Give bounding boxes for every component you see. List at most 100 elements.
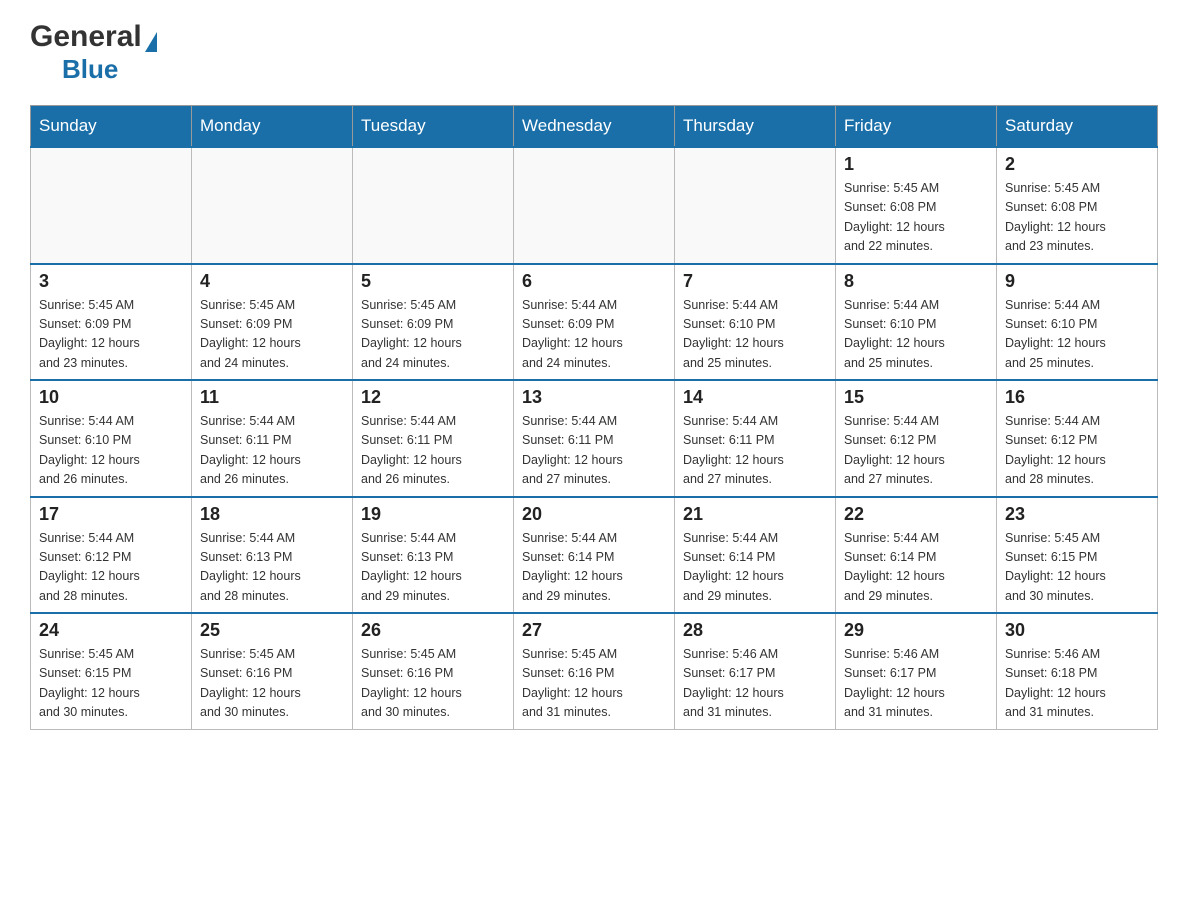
day-number: 4: [200, 271, 344, 292]
logo: General Blue: [30, 20, 157, 85]
day-info: Sunrise: 5:45 AMSunset: 6:08 PMDaylight:…: [844, 179, 988, 257]
day-info: Sunrise: 5:46 AMSunset: 6:17 PMDaylight:…: [683, 645, 827, 723]
day-info: Sunrise: 5:45 AMSunset: 6:16 PMDaylight:…: [361, 645, 505, 723]
day-info: Sunrise: 5:45 AMSunset: 6:15 PMDaylight:…: [39, 645, 183, 723]
calendar-header-friday: Friday: [836, 106, 997, 148]
day-info: Sunrise: 5:45 AMSunset: 6:15 PMDaylight:…: [1005, 529, 1149, 607]
calendar-cell: 4 Sunrise: 5:45 AMSunset: 6:09 PMDaylight…: [192, 264, 353, 381]
day-info: Sunrise: 5:44 AMSunset: 6:10 PMDaylight:…: [39, 412, 183, 490]
day-info: Sunrise: 5:44 AMSunset: 6:10 PMDaylight:…: [683, 296, 827, 374]
calendar-cell: 24Sunrise: 5:45 AMSunset: 6:15 PMDayligh…: [31, 613, 192, 729]
calendar-cell: 14 Sunrise: 5:44 AMSunset: 6:11 PMDayligh…: [675, 380, 836, 497]
calendar-cell: 18 Sunrise: 5:44 AMSunset: 6:13 PMDayligh…: [192, 497, 353, 614]
calendar-cell: 3 Sunrise: 5:45 AMSunset: 6:09 PMDaylight…: [31, 264, 192, 381]
calendar-cell: 11 Sunrise: 5:44 AMSunset: 6:11 PMDayligh…: [192, 380, 353, 497]
day-number: 11: [200, 387, 344, 408]
calendar-cell: 21Sunrise: 5:44 AMSunset: 6:14 PMDayligh…: [675, 497, 836, 614]
day-number: 14: [683, 387, 827, 408]
day-info: Sunrise: 5:44 AMSunset: 6:12 PMDaylight:…: [39, 529, 183, 607]
calendar-cell: 10 Sunrise: 5:44 AMSunset: 6:10 PMDayligh…: [31, 380, 192, 497]
day-number: 26: [361, 620, 505, 641]
day-info: Sunrise: 5:44 AMSunset: 6:11 PMDaylight:…: [200, 412, 344, 490]
day-number: 28: [683, 620, 827, 641]
calendar-week-row: 1 Sunrise: 5:45 AMSunset: 6:08 PMDaylight…: [31, 147, 1158, 264]
day-info: Sunrise: 5:44 AMSunset: 6:12 PMDaylight:…: [844, 412, 988, 490]
calendar-cell: [192, 147, 353, 264]
calendar-cell: [31, 147, 192, 264]
calendar-cell: 2Sunrise: 5:45 AMSunset: 6:08 PMDaylight…: [997, 147, 1158, 264]
day-number: 7: [683, 271, 827, 292]
calendar-cell: 12 Sunrise: 5:44 AMSunset: 6:11 PMDayligh…: [353, 380, 514, 497]
day-number: 17: [39, 504, 183, 525]
day-info: Sunrise: 5:44 AMSunset: 6:11 PMDaylight:…: [522, 412, 666, 490]
logo-blue: Blue: [62, 54, 118, 84]
day-number: 10: [39, 387, 183, 408]
day-info: Sunrise: 5:44 AMSunset: 6:10 PMDaylight:…: [844, 296, 988, 374]
day-number: 15: [844, 387, 988, 408]
day-info: Sunrise: 5:45 AMSunset: 6:16 PMDaylight:…: [522, 645, 666, 723]
calendar-cell: 27 Sunrise: 5:45 AMSunset: 6:16 PMDayligh…: [514, 613, 675, 729]
calendar-cell: 26 Sunrise: 5:45 AMSunset: 6:16 PMDayligh…: [353, 613, 514, 729]
calendar-week-row: 10 Sunrise: 5:44 AMSunset: 6:10 PMDayligh…: [31, 380, 1158, 497]
calendar-header-wednesday: Wednesday: [514, 106, 675, 148]
day-number: 6: [522, 271, 666, 292]
calendar-week-row: 3 Sunrise: 5:45 AMSunset: 6:09 PMDaylight…: [31, 264, 1158, 381]
calendar-header-saturday: Saturday: [997, 106, 1158, 148]
day-number: 22: [844, 504, 988, 525]
day-number: 21: [683, 504, 827, 525]
calendar-cell: 13 Sunrise: 5:44 AMSunset: 6:11 PMDayligh…: [514, 380, 675, 497]
calendar-cell: 25 Sunrise: 5:45 AMSunset: 6:16 PMDayligh…: [192, 613, 353, 729]
calendar-cell: 28 Sunrise: 5:46 AMSunset: 6:17 PMDayligh…: [675, 613, 836, 729]
day-info: Sunrise: 5:44 AMSunset: 6:11 PMDaylight:…: [683, 412, 827, 490]
day-number: 30: [1005, 620, 1149, 641]
day-number: 13: [522, 387, 666, 408]
day-number: 25: [200, 620, 344, 641]
calendar-cell: 20 Sunrise: 5:44 AMSunset: 6:14 PMDayligh…: [514, 497, 675, 614]
page-header: General Blue: [30, 20, 1158, 85]
calendar-cell: 23Sunrise: 5:45 AMSunset: 6:15 PMDayligh…: [997, 497, 1158, 614]
day-number: 3: [39, 271, 183, 292]
day-number: 8: [844, 271, 988, 292]
calendar-cell: [675, 147, 836, 264]
day-info: Sunrise: 5:45 AMSunset: 6:08 PMDaylight:…: [1005, 179, 1149, 257]
day-info: Sunrise: 5:45 AMSunset: 6:09 PMDaylight:…: [200, 296, 344, 374]
calendar-cell: 30Sunrise: 5:46 AMSunset: 6:18 PMDayligh…: [997, 613, 1158, 729]
day-number: 27: [522, 620, 666, 641]
day-info: Sunrise: 5:44 AMSunset: 6:14 PMDaylight:…: [522, 529, 666, 607]
calendar-table: SundayMondayTuesdayWednesdayThursdayFrid…: [30, 105, 1158, 730]
day-number: 1: [844, 154, 988, 175]
calendar-header-monday: Monday: [192, 106, 353, 148]
day-info: Sunrise: 5:45 AMSunset: 6:09 PMDaylight:…: [39, 296, 183, 374]
day-number: 20: [522, 504, 666, 525]
calendar-cell: 8 Sunrise: 5:44 AMSunset: 6:10 PMDaylight…: [836, 264, 997, 381]
day-info: Sunrise: 5:46 AMSunset: 6:17 PMDaylight:…: [844, 645, 988, 723]
calendar-cell: 6Sunrise: 5:44 AMSunset: 6:09 PMDaylight…: [514, 264, 675, 381]
day-number: 29: [844, 620, 988, 641]
calendar-cell: 19Sunrise: 5:44 AMSunset: 6:13 PMDayligh…: [353, 497, 514, 614]
day-number: 12: [361, 387, 505, 408]
calendar-cell: 1 Sunrise: 5:45 AMSunset: 6:08 PMDaylight…: [836, 147, 997, 264]
calendar-header-row: SundayMondayTuesdayWednesdayThursdayFrid…: [31, 106, 1158, 148]
day-number: 18: [200, 504, 344, 525]
day-info: Sunrise: 5:44 AMSunset: 6:13 PMDaylight:…: [200, 529, 344, 607]
day-number: 9: [1005, 271, 1149, 292]
day-number: 16: [1005, 387, 1149, 408]
calendar-header-tuesday: Tuesday: [353, 106, 514, 148]
day-info: Sunrise: 5:44 AMSunset: 6:14 PMDaylight:…: [844, 529, 988, 607]
day-info: Sunrise: 5:44 AMSunset: 6:10 PMDaylight:…: [1005, 296, 1149, 374]
calendar-cell: 22 Sunrise: 5:44 AMSunset: 6:14 PMDayligh…: [836, 497, 997, 614]
calendar-header-thursday: Thursday: [675, 106, 836, 148]
day-info: Sunrise: 5:45 AMSunset: 6:16 PMDaylight:…: [200, 645, 344, 723]
calendar-cell: [353, 147, 514, 264]
calendar-cell: 5Sunrise: 5:45 AMSunset: 6:09 PMDaylight…: [353, 264, 514, 381]
calendar-cell: 9 Sunrise: 5:44 AMSunset: 6:10 PMDaylight…: [997, 264, 1158, 381]
calendar-week-row: 24Sunrise: 5:45 AMSunset: 6:15 PMDayligh…: [31, 613, 1158, 729]
calendar-cell: [514, 147, 675, 264]
day-info: Sunrise: 5:44 AMSunset: 6:13 PMDaylight:…: [361, 529, 505, 607]
calendar-header-sunday: Sunday: [31, 106, 192, 148]
day-info: Sunrise: 5:44 AMSunset: 6:11 PMDaylight:…: [361, 412, 505, 490]
calendar-cell: 7 Sunrise: 5:44 AMSunset: 6:10 PMDaylight…: [675, 264, 836, 381]
calendar-cell: 29 Sunrise: 5:46 AMSunset: 6:17 PMDayligh…: [836, 613, 997, 729]
calendar-cell: 16Sunrise: 5:44 AMSunset: 6:12 PMDayligh…: [997, 380, 1158, 497]
day-info: Sunrise: 5:45 AMSunset: 6:09 PMDaylight:…: [361, 296, 505, 374]
